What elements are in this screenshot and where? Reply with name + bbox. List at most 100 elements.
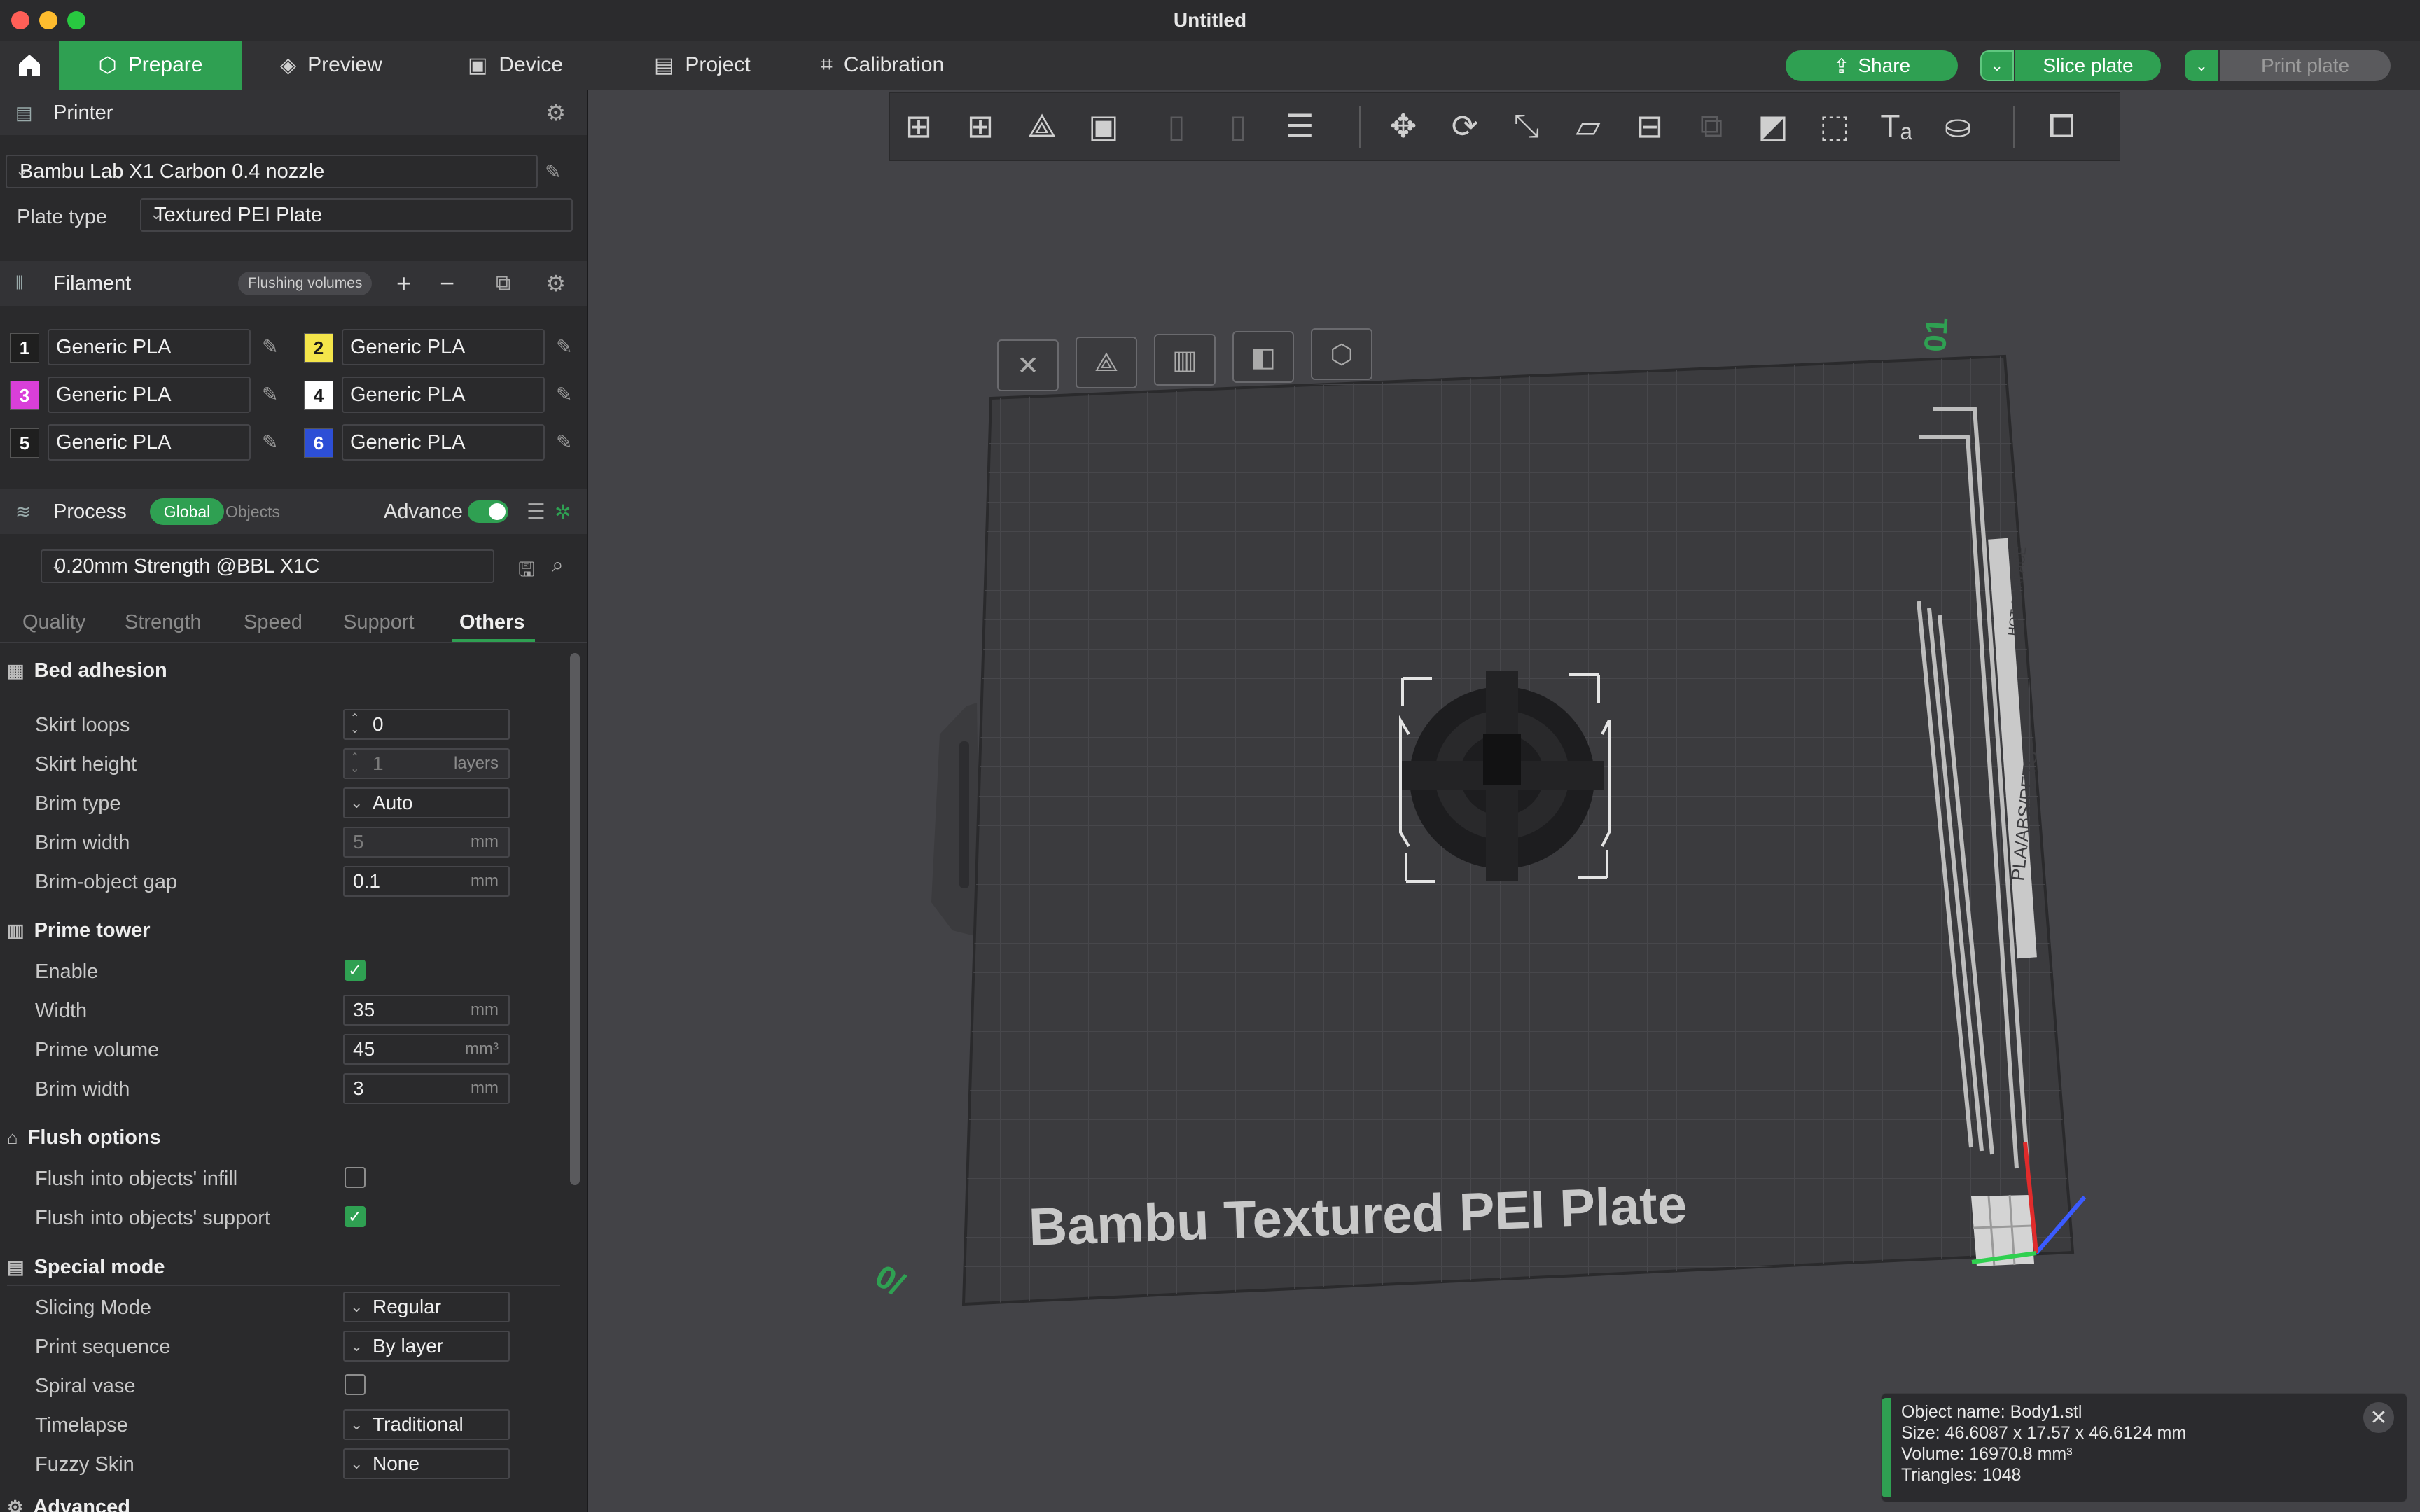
tab-preview[interactable]: ◈ Preview [280, 41, 382, 90]
share-button[interactable]: ⇪ Share [1786, 50, 1958, 81]
filament-slot-3[interactable]: 3 [10, 381, 39, 410]
filament-select-3[interactable]: Generic PLA [48, 377, 251, 413]
lay-on-face-button[interactable]: ⏥ [1565, 103, 1611, 149]
edit-icon[interactable]: ✎ [556, 335, 576, 358]
prime-tower-width-input[interactable]: 35 mm [343, 995, 510, 1026]
rotate-button[interactable]: ⟳ [1442, 103, 1488, 149]
prime-tower-enable-checkbox[interactable]: ✓ [345, 960, 366, 981]
prime-volume-input[interactable]: 45 mm³ [343, 1034, 510, 1065]
search-icon[interactable]: ⌕ [552, 554, 564, 578]
tab-device[interactable]: ▣ Device [468, 41, 563, 90]
flush-infill-checkbox[interactable] [345, 1167, 366, 1188]
spinner-icon[interactable]: ⌃ ⌄ [350, 713, 359, 736]
plate-type-select[interactable]: ⌄ Textured PEI Plate [140, 198, 573, 232]
add-plate-button[interactable]: ⊞ [957, 103, 1003, 149]
plate-settings-button[interactable]: ⬡ [1311, 328, 1372, 380]
auto-orient-button[interactable]: ⟁ [1019, 103, 1065, 149]
advance-switch[interactable] [468, 500, 508, 523]
brim-object-gap-input[interactable]: 0.1 mm [343, 866, 510, 897]
edit-icon[interactable]: ✎ [262, 383, 281, 405]
timelapse-select[interactable]: ⌄ Traditional [343, 1409, 510, 1440]
gear-icon[interactable]: ⚙ [545, 99, 566, 126]
brim-type-select[interactable]: ⌄ Auto [343, 788, 510, 818]
flushing-volumes-button[interactable]: Flushing volumes [238, 272, 373, 295]
filament-select-2[interactable]: Generic PLA [342, 329, 545, 365]
tab-strength[interactable]: Strength [125, 611, 202, 634]
color-paint-button[interactable]: ⛀ [1935, 103, 1981, 149]
printer-select[interactable]: ⌄ Bambu Lab X1 Carbon 0.4 nozzle [6, 155, 538, 188]
scale-button[interactable]: ⤡ [1503, 103, 1550, 149]
filament-slot-4[interactable]: 4 [304, 381, 333, 410]
auto-orient-plate-button[interactable]: ⟁ [1076, 337, 1137, 388]
brim-width-input[interactable]: 5 mm [343, 827, 510, 858]
add-filament-icon[interactable]: + [396, 269, 411, 298]
print-sequence-select[interactable]: ⌄ By layer [343, 1331, 510, 1362]
split-objects-button[interactable]: ▯ [1153, 103, 1199, 149]
print-plate-button[interactable]: Print plate [2220, 50, 2391, 81]
delete-plate-button[interactable]: ✕ [997, 340, 1059, 391]
home-button[interactable] [10, 41, 49, 90]
compare-icon[interactable]: ✲ [555, 500, 571, 524]
slice-dropdown-button[interactable]: ⌄ [1980, 50, 2014, 81]
slice-plate-button[interactable]: Slice plate [2015, 50, 2161, 81]
move-button[interactable]: ✥ [1380, 103, 1426, 149]
tab-prepare[interactable]: ⬡ Prepare [59, 41, 242, 90]
spinner-icon[interactable]: ⌃ ⌄ [350, 752, 359, 775]
spiral-vase-checkbox[interactable] [345, 1374, 366, 1395]
lock-plate-button[interactable]: ◧ [1232, 331, 1294, 383]
filament-slot-6[interactable]: 6 [304, 428, 333, 458]
cut-button[interactable]: ⊟ [1627, 103, 1673, 149]
add-object-button[interactable]: ⊞ [896, 103, 942, 149]
check-icon: ✓ [347, 1207, 363, 1226]
slicing-mode-select[interactable]: ⌄ Regular [343, 1292, 510, 1322]
tab-speed[interactable]: Speed [244, 611, 302, 634]
tab-others[interactable]: Others [459, 611, 524, 634]
close-info-button[interactable]: ✕ [2363, 1402, 2394, 1433]
filament-select-5[interactable]: Generic PLA [48, 424, 251, 461]
list-icon[interactable]: ☰ [527, 500, 545, 524]
arrange-plate-button[interactable]: ▥ [1154, 334, 1216, 386]
layer-editing-button[interactable]: ☰ [1277, 103, 1323, 149]
seam-paint-button[interactable]: ⬚ [1811, 103, 1858, 149]
filament-slot-5[interactable]: 5 [10, 428, 39, 458]
edit-icon[interactable]: ✎ [262, 335, 281, 358]
gear-icon[interactable]: ⚙ [545, 270, 566, 297]
fuzzy-skin-select[interactable]: ⌄ None [343, 1448, 510, 1479]
skirt-loops-input[interactable]: ⌃ ⌄ 0 [343, 709, 510, 740]
objects-toggle[interactable]: Objects [225, 503, 280, 522]
settings-scrollbar[interactable] [570, 653, 580, 1185]
flush-support-checkbox[interactable]: ✓ [345, 1206, 366, 1227]
edit-icon[interactable]: ✎ [262, 430, 281, 453]
filament-sync-icon[interactable]: ⧉ [496, 272, 510, 295]
filament-select-4[interactable]: Generic PLA [342, 377, 545, 413]
3d-viewport[interactable]: PLA/ABS/PETG HOT SURFACE 01 Bambu Textur… [588, 90, 2420, 1512]
assembly-view-button[interactable]: ⧠ [2038, 103, 2085, 149]
text-button[interactable]: Tₐ [1873, 103, 1919, 149]
save-icon[interactable]: 🖫 [518, 555, 535, 589]
process-preset-select[interactable]: ⌄ 0.20mm Strength @BBL X1C [41, 550, 494, 583]
tab-project[interactable]: ▤ Project [654, 41, 751, 90]
tab-calibration[interactable]: ⌗ Calibration [821, 41, 944, 90]
slice-plate-label: Slice plate [2043, 55, 2134, 76]
process-icon: ≋ [15, 500, 31, 522]
tab-support[interactable]: Support [343, 611, 415, 634]
filament-select-6[interactable]: Generic PLA [342, 424, 545, 461]
arrange-button[interactable]: ▣ [1080, 103, 1127, 149]
remove-filament-icon[interactable]: − [440, 269, 454, 298]
filament-slot-1[interactable]: 1 [10, 333, 39, 363]
filament-select-1[interactable]: Generic PLA [48, 329, 251, 365]
boolean-button[interactable]: ⧉ [1688, 103, 1734, 149]
filament-slot-2[interactable]: 2 [304, 333, 333, 363]
tab-prepare-label: Prepare [127, 53, 203, 76]
tab-quality[interactable]: Quality [22, 611, 85, 634]
print-dropdown-button[interactable]: ⌄ [2185, 50, 2218, 81]
prime-tower-brim-width-input[interactable]: 3 mm [343, 1073, 510, 1104]
unit: mm [471, 1000, 499, 1019]
edit-icon[interactable]: ✎ [556, 430, 576, 453]
edit-icon[interactable]: ✎ [545, 160, 564, 183]
edit-icon[interactable]: ✎ [556, 383, 576, 405]
global-toggle[interactable]: Global [150, 498, 224, 525]
support-paint-button[interactable]: ◩ [1750, 103, 1796, 149]
split-parts-button[interactable]: ▯ [1215, 103, 1261, 149]
skirt-height-input[interactable]: ⌃ ⌄ 1 layers [343, 748, 510, 779]
